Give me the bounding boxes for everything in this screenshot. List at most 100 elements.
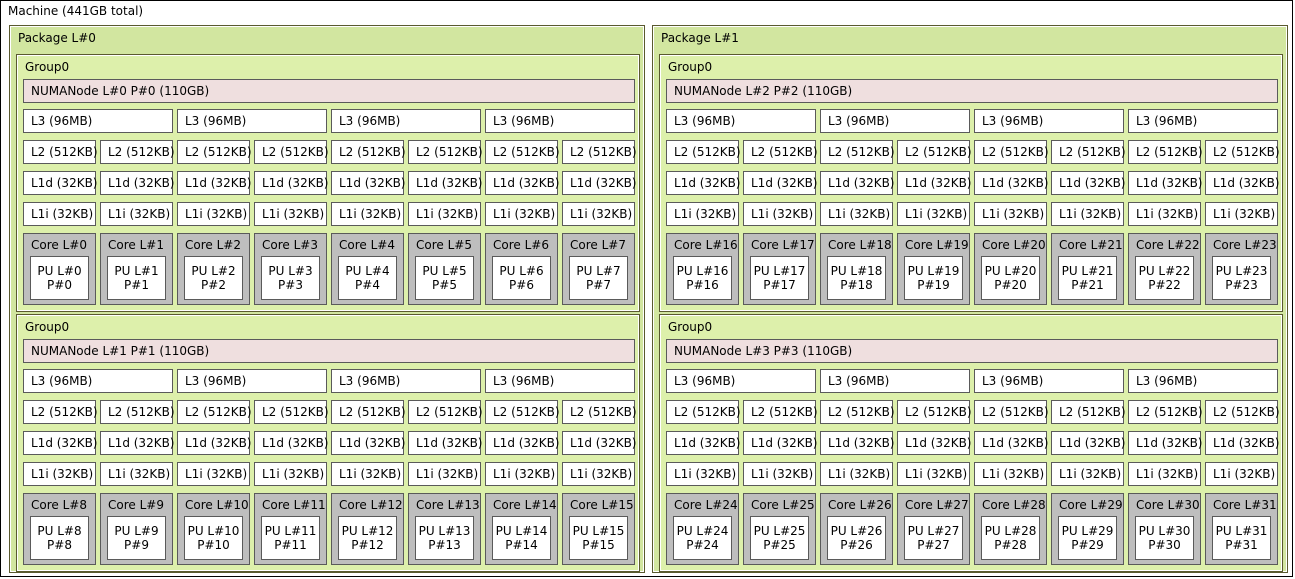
l1d-cache-0-0-2: L1d (32KB) bbox=[177, 171, 250, 195]
l2-cache-1-1-0: L2 (512KB) bbox=[666, 400, 739, 424]
l2-cache-1-1-4: L2 (512KB) bbox=[974, 400, 1047, 424]
pu-1-0-2: PU L#18P#18 bbox=[827, 256, 886, 300]
pu-logical-index: PU L#31 bbox=[1216, 524, 1268, 538]
pu-logical-index: PU L#23 bbox=[1216, 264, 1268, 278]
pu-0-0-7: PU L#7P#7 bbox=[569, 256, 628, 300]
numanode-1-0: NUMANode L#2 P#2 (110GB) bbox=[666, 79, 1278, 103]
l1d-cache-0-1-3: L1d (32KB) bbox=[254, 431, 327, 455]
l1i-cache-0-0-3: L1i (32KB) bbox=[254, 202, 327, 226]
core-label-1-1-6: Core L#30 bbox=[1136, 498, 1200, 512]
pu-logical-index: PU L#17 bbox=[754, 264, 806, 278]
l1i-cache-0-1-1: L1i (32KB) bbox=[100, 462, 173, 486]
core-label-0-1-0: Core L#8 bbox=[31, 498, 87, 512]
l1d-cache-0-1-0: L1d (32KB) bbox=[23, 431, 96, 455]
pu-logical-index: PU L#28 bbox=[985, 524, 1037, 538]
group-label-1-0: Group0 bbox=[668, 60, 712, 74]
group-0-0: Group0NUMANode L#0 P#0 (110GB)L3 (96MB)L… bbox=[16, 54, 640, 312]
core-0-0-4: Core L#4 PU L#4P#4 bbox=[331, 233, 404, 305]
core-label-0-0-0: Core L#0 bbox=[31, 238, 87, 252]
core-0-0-5: Core L#5PU L#5P#5 bbox=[408, 233, 481, 305]
core-label-1-0-7: Core L#23 bbox=[1213, 238, 1277, 252]
core-0-0-1: Core L#1PU L#1P#1 bbox=[100, 233, 173, 305]
l1d-cache-1-0-2: L1d (32KB) bbox=[820, 171, 893, 195]
l1i-cache-0-1-3: L1i (32KB) bbox=[254, 462, 327, 486]
pu-logical-index: PU L#10 bbox=[188, 524, 240, 538]
core-label-1-0-1: Core L#17 bbox=[751, 238, 815, 252]
l1i-cache-0-1-0: L1i (32KB) bbox=[23, 462, 96, 486]
l2-cache-0-1-6: L2 (512KB) bbox=[485, 400, 558, 424]
pu-physical-index: P#19 bbox=[917, 278, 950, 292]
core-label-0-0-7: Core L#7 bbox=[570, 238, 626, 252]
l1d-cache-1-1-2: L1d (32KB) bbox=[820, 431, 893, 455]
l2-cache-0-1-1: L2 (512KB) bbox=[100, 400, 173, 424]
l1d-cache-1-1-7: L1d (32KB) bbox=[1205, 431, 1278, 455]
pu-0-0-2: PU L#2P#2 bbox=[184, 256, 243, 300]
l2-cache-0-1-7: L2 (512KB) bbox=[562, 400, 635, 424]
l2-cache-1-0-1: L2 (512KB) bbox=[743, 140, 816, 164]
core-1-1-4: Core L#28PU L#28P#28 bbox=[974, 493, 1047, 565]
l1i-cache-1-0-1: L1i (32KB) bbox=[743, 202, 816, 226]
package-label-1: Package L#1 bbox=[661, 31, 739, 45]
pu-1-1-0: PU L#24P#24 bbox=[673, 516, 732, 560]
l2-cache-1-0-4: L2 (512KB) bbox=[974, 140, 1047, 164]
l2-cache-0-1-0: L2 (512KB) bbox=[23, 400, 96, 424]
core-label-1-0-6: Core L#22 bbox=[1136, 238, 1200, 252]
pu-physical-index: P#28 bbox=[994, 538, 1027, 552]
package-1: Package L#1 Group0 NUMANode L#2 P#2 (110GB… bbox=[652, 25, 1288, 573]
l1d-cache-1-0-4: L1d (32KB) bbox=[974, 171, 1047, 195]
l3-cache-1-0-0: L3 (96MB) bbox=[666, 109, 816, 133]
l3-cache-0-1-0: L3 (96MB) bbox=[23, 369, 173, 393]
pu-logical-index: PU L#18 bbox=[831, 264, 883, 278]
group-0-1: Group0NUMANode L#1 P#1 (110GB)L3 (96MB)L… bbox=[16, 314, 640, 572]
machine-box: Machine (441GB total) Package L#0Group0N… bbox=[0, 0, 1293, 577]
l1i-cache-1-0-2: L1i (32KB) bbox=[820, 202, 893, 226]
l3-cache-0-1-2: L3 (96MB) bbox=[331, 369, 481, 393]
package-0: Package L#0Group0NUMANode L#0 P#0 (110GB… bbox=[9, 25, 645, 573]
pu-physical-index: P#5 bbox=[432, 278, 457, 292]
core-0-1-3: Core L#11PU L#11P#11 bbox=[254, 493, 327, 565]
core-label-0-0-5: Core L#5 bbox=[416, 238, 472, 252]
pu-physical-index: P#18 bbox=[840, 278, 873, 292]
core-label-0-1-5: Core L#13 bbox=[416, 498, 480, 512]
pu-physical-index: P#3 bbox=[278, 278, 303, 292]
pu-1-0-7: PU L#23P#23 bbox=[1212, 256, 1271, 300]
pu-1-1-7: PU L#31P#31 bbox=[1212, 516, 1271, 560]
pu-1-1-3: PU L#27P#27 bbox=[904, 516, 963, 560]
group-1-0: Group0 NUMANode L#2 P#2 (110GB) L3 (96MB) L… bbox=[659, 54, 1283, 312]
l2-cache-0-0-5: L2 (512KB) bbox=[408, 140, 481, 164]
pu-1-1-1: PU L#25P#25 bbox=[750, 516, 809, 560]
core-label-1-0-5: Core L#21 bbox=[1059, 238, 1123, 252]
l1i-cache-1-1-6: L1i (32KB) bbox=[1128, 462, 1201, 486]
pu-0-1-5: PU L#13P#13 bbox=[415, 516, 474, 560]
pu-physical-index: P#24 bbox=[686, 538, 719, 552]
l2-cache-1-1-1: L2 (512KB) bbox=[743, 400, 816, 424]
numanode-0-0: NUMANode L#0 P#0 (110GB) bbox=[23, 79, 635, 103]
core-0-0-0: Core L#0PU L#0P#0 bbox=[23, 233, 96, 305]
l1i-cache-1-0-0: L1i (32KB) bbox=[666, 202, 739, 226]
core-0-1-4: Core L#12PU L#12P#12 bbox=[331, 493, 404, 565]
l2-cache-0-1-3: L2 (512KB) bbox=[254, 400, 327, 424]
core-label-0-0-4: Core L#4 bbox=[339, 238, 395, 252]
core-label-0-1-6: Core L#14 bbox=[493, 498, 557, 512]
machine-label: Machine (441GB total) bbox=[8, 4, 143, 18]
pu-physical-index: P#20 bbox=[994, 278, 1027, 292]
core-0-1-6: Core L#14PU L#14P#14 bbox=[485, 493, 558, 565]
l1i-cache-0-0-2: L1i (32KB) bbox=[177, 202, 250, 226]
pu-0-0-3: PU L#3P#3 bbox=[261, 256, 320, 300]
pu-0-0-4: PU L#4P#4 bbox=[338, 256, 397, 300]
pu-1-0-0: PU L#16P#16 bbox=[673, 256, 732, 300]
l3-cache-1-1-1: L3 (96MB) bbox=[820, 369, 970, 393]
l1d-cache-1-1-5: L1d (32KB) bbox=[1051, 431, 1124, 455]
l1i-cache-1-1-2: L1i (32KB) bbox=[820, 462, 893, 486]
l1i-cache-1-1-3: L1i (32KB) bbox=[897, 462, 970, 486]
core-1-1-6: Core L#30PU L#30P#30 bbox=[1128, 493, 1201, 565]
pu-1-0-3: PU L#19P#19 bbox=[904, 256, 963, 300]
l1d-cache-1-0-0: L1d (32KB) bbox=[666, 171, 739, 195]
pu-logical-index: PU L#30 bbox=[1139, 524, 1191, 538]
pu-physical-index: P#7 bbox=[586, 278, 611, 292]
l2-cache-1-0-7: L2 (512KB) bbox=[1205, 140, 1278, 164]
l3-cache-1-0-3: L3 (96MB) bbox=[1128, 109, 1278, 133]
l1i-cache-0-0-1: L1i (32KB) bbox=[100, 202, 173, 226]
group-1-1: Group0NUMANode L#3 P#3 (110GB)L3 (96MB)L… bbox=[659, 314, 1283, 572]
core-1-0-0: Core L#16PU L#16P#16 bbox=[666, 233, 739, 305]
